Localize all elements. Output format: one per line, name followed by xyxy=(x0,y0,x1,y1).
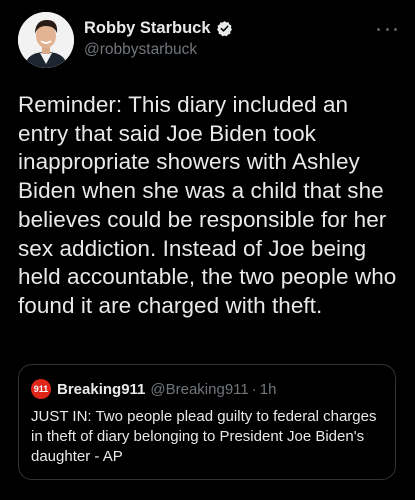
quoted-author-name[interactable]: Breaking911 xyxy=(57,381,145,398)
quoted-author-avatar[interactable]: 911 xyxy=(31,379,51,399)
dot xyxy=(385,27,389,31)
quoted-timestamp[interactable]: 1h xyxy=(260,381,277,398)
author-display-name[interactable]: Robby Starbuck xyxy=(84,18,211,38)
profile-photo-icon xyxy=(18,12,74,68)
tweet-text: Reminder: This diary included an entry t… xyxy=(18,92,397,318)
quoted-tweet-text: JUST IN: Two people plead guilty to fede… xyxy=(31,408,377,465)
author-avatar[interactable] xyxy=(18,12,74,68)
separator-dot: · xyxy=(251,380,257,398)
author-name-row: Robby Starbuck xyxy=(84,18,233,38)
dot xyxy=(377,27,380,31)
author-handle[interactable]: @robbystarbuck xyxy=(84,40,233,60)
dot xyxy=(394,27,397,31)
quoted-author-handle[interactable]: @Breaking911 xyxy=(150,381,248,398)
quoted-tweet-card[interactable]: 911 Breaking911 @Breaking911 · 1h JUST I… xyxy=(18,364,396,480)
verified-badge-icon xyxy=(216,20,233,37)
quoted-tweet-header: 911 Breaking911 @Breaking911 · 1h xyxy=(31,379,276,399)
ellipsis-icon[interactable] xyxy=(377,26,397,32)
author-name-block: Robby Starbuck @robbystarbuck xyxy=(84,18,233,60)
tweet-header: Robby Starbuck @robbystarbuck xyxy=(18,12,403,70)
